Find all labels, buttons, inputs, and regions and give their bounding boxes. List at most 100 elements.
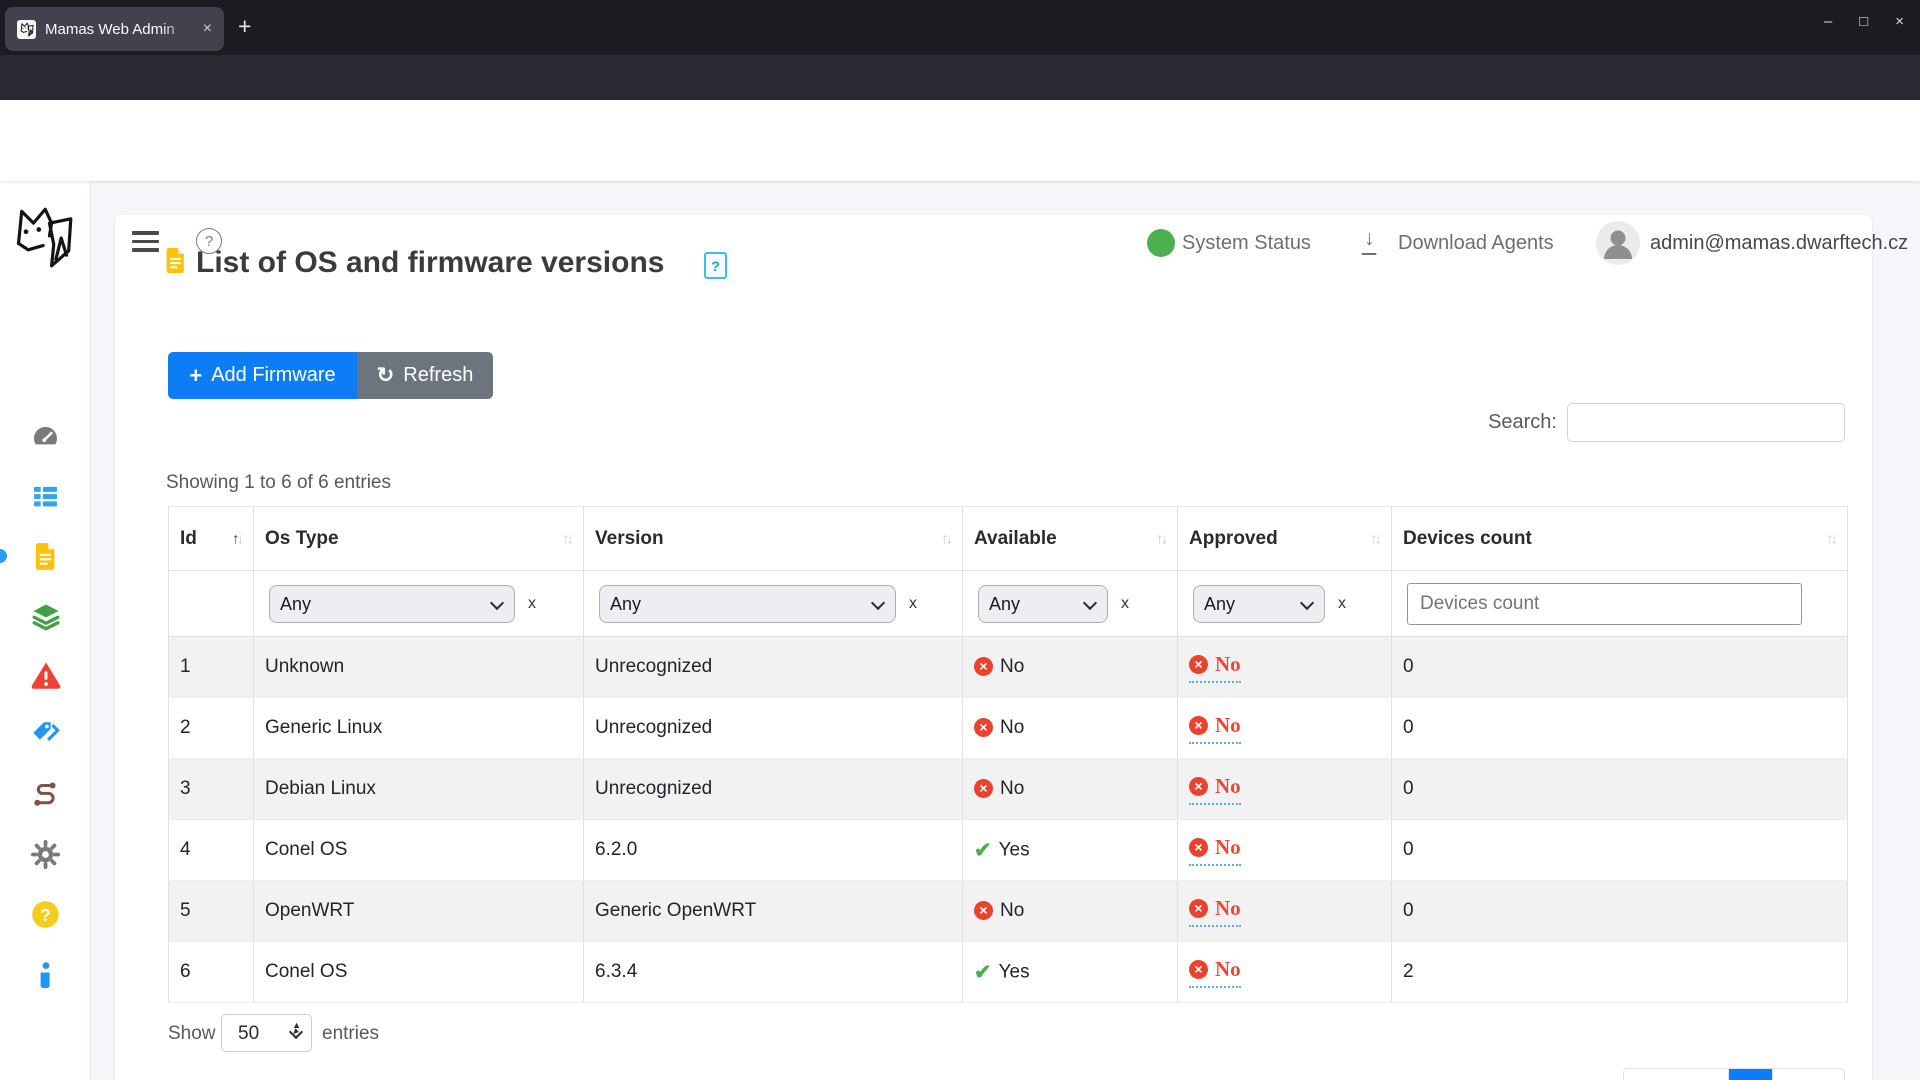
approved-status[interactable]: No (1189, 713, 1241, 744)
approved-status-icon (1189, 776, 1208, 796)
search-input[interactable] (1567, 403, 1845, 442)
available-status-icon (974, 901, 993, 921)
firmware-file-icon (36, 543, 55, 570)
window-minimize-button[interactable]: – (1824, 13, 1832, 30)
approved-filter-select[interactable]: Any (1193, 584, 1325, 623)
sidebar-item-dashboard[interactable] (0, 422, 91, 456)
sidebar-item-help[interactable]: ? (0, 900, 91, 934)
table-row: 3Debian LinuxUnrecognized No No 0 (168, 758, 1848, 820)
gear-icon (31, 840, 60, 869)
sort-icon: ↑↓ (1156, 530, 1168, 547)
available-status-icon (974, 657, 993, 677)
entries-label: entries (322, 1023, 380, 1044)
sidebar-item-settings[interactable] (0, 840, 91, 874)
system-status-indicator[interactable] (1147, 229, 1175, 257)
approved-status-icon (1189, 715, 1208, 735)
approved-status-icon (1189, 959, 1208, 979)
sidebar-item-routes[interactable] (0, 780, 91, 814)
devices-count-filter-input[interactable] (1407, 582, 1802, 625)
tab-close-icon[interactable]: × (203, 20, 212, 38)
pagination-previous-button[interactable]: Previous (1624, 1069, 1729, 1080)
tab-title: Mamas Web Admin (45, 20, 175, 38)
available-status-icon (974, 779, 993, 799)
approved-status[interactable]: No (1189, 957, 1241, 988)
plus-icon: + (189, 362, 203, 388)
svg-text:?: ? (40, 905, 51, 925)
available-status-icon (974, 718, 993, 738)
page-help-badge[interactable]: ? (704, 252, 727, 279)
browser-tab[interactable]: Mamas Web Admin × (5, 7, 224, 51)
id-filter-cell (168, 570, 254, 637)
approved-status[interactable]: No (1189, 835, 1241, 866)
user-avatar[interactable] (1596, 221, 1640, 270)
window-close-button[interactable]: × (1895, 13, 1904, 30)
header-help-icon[interactable]: ? (196, 228, 222, 254)
os-type-filter-select[interactable]: Any (269, 584, 515, 623)
sidebar-item-tags[interactable] (0, 721, 91, 755)
download-agents-link[interactable]: Download Agents (1398, 232, 1554, 255)
account-email[interactable]: admin@mamas.dwarftech.cz (1650, 232, 1908, 255)
approved-status[interactable]: No (1189, 896, 1241, 927)
pagination-next-button[interactable]: Next (1772, 1069, 1844, 1080)
clear-available-filter[interactable]: x (1121, 595, 1129, 612)
available-status-icon (974, 960, 992, 985)
system-status-label[interactable]: System Status (1182, 232, 1311, 255)
browser-toolbar: ← → ↻ https://white.beta.dwarftech.cz/ad… (0, 55, 1920, 154)
firmware-table: Id ↑↓ Os Type ↑↓ Version ↑↓ Available ↑↓ App… (168, 506, 1848, 1003)
dwarftech-logo[interactable] (10, 202, 74, 277)
sort-icon: ↑↓ (562, 530, 574, 547)
warning-triangle-icon (31, 662, 60, 689)
layers-icon (32, 604, 59, 631)
column-header-approved[interactable]: Approved ↑↓ (1177, 506, 1392, 571)
add-firmware-button[interactable]: + Add Firmware (168, 352, 357, 399)
show-entries-label: Show (168, 1023, 216, 1044)
page-size-select-wrap: 50 (221, 1014, 312, 1052)
list-icon (34, 486, 57, 507)
approved-status[interactable]: No (1189, 652, 1241, 683)
column-header-id[interactable]: Id ↑↓ (168, 506, 254, 571)
sidebar-toggle-icon[interactable] (132, 231, 159, 252)
sort-icon: ↑↓ (1826, 530, 1838, 547)
table-row: 2Generic LinuxUnrecognized No No 0 (168, 697, 1848, 759)
search-label: Search: (1488, 411, 1557, 433)
sidebar-item-alerts[interactable] (0, 661, 91, 695)
page-size-select[interactable]: 50 (221, 1014, 312, 1052)
app-header: ? System Status ↓ Download Agents admin@… (0, 100, 1920, 268)
approved-status-icon (1189, 898, 1208, 918)
approved-status-icon (1189, 837, 1208, 857)
page-title-file-icon (163, 245, 188, 281)
column-header-os-type[interactable]: Os Type ↑↓ (253, 506, 584, 571)
column-header-version[interactable]: Version ↑↓ (583, 506, 963, 571)
table-header-row: Id ↑↓ Os Type ↑↓ Version ↑↓ Available ↑↓ App… (168, 506, 1848, 571)
new-tab-button[interactable]: + (238, 13, 251, 40)
table-row: 1UnknownUnrecognized No No 0 (168, 636, 1848, 698)
sort-icon: ↑↓ (232, 530, 244, 547)
sidebar-item-info[interactable] (0, 962, 91, 996)
clear-os-type-filter[interactable]: x (528, 595, 536, 612)
version-filter-select[interactable]: Any (599, 584, 896, 623)
available-status-icon (974, 838, 992, 863)
sidebar-item-device-list[interactable] (0, 482, 91, 516)
showing-entries-text: Showing 1 to 6 of 6 entries (166, 472, 391, 493)
refresh-button[interactable]: ↻ Refresh (357, 352, 493, 399)
clear-approved-filter[interactable]: x (1338, 595, 1346, 612)
column-header-devices-count[interactable]: Devices count ↑↓ (1391, 506, 1848, 571)
download-agents-icon: ↓ (1364, 227, 1375, 250)
browser-tab-bar: Mamas Web Admin × + – □ × (0, 0, 1920, 55)
approved-status[interactable]: No (1189, 774, 1241, 805)
question-circle-icon: ? (32, 901, 59, 928)
page-title: List of OS and firmware versions (196, 246, 665, 279)
window-maximize-button[interactable]: □ (1859, 13, 1868, 30)
sort-icon: ↑↓ (941, 530, 953, 547)
available-filter-select[interactable]: Any (978, 584, 1108, 623)
table-row: 5OpenWRTGeneric OpenWRT No No 0 (168, 880, 1848, 942)
sidebar-nav: ? (0, 181, 91, 1080)
site-favicon-icon (17, 19, 36, 39)
column-header-available[interactable]: Available ↑↓ (962, 506, 1178, 571)
pagination-page-1-button[interactable]: 1 (1729, 1069, 1772, 1080)
sidebar-item-layers[interactable] (0, 602, 91, 636)
tags-icon (32, 722, 60, 741)
sort-icon: ↑↓ (1370, 530, 1382, 547)
sidebar-item-firmware-active[interactable] (0, 542, 91, 576)
clear-version-filter[interactable]: x (909, 595, 917, 612)
